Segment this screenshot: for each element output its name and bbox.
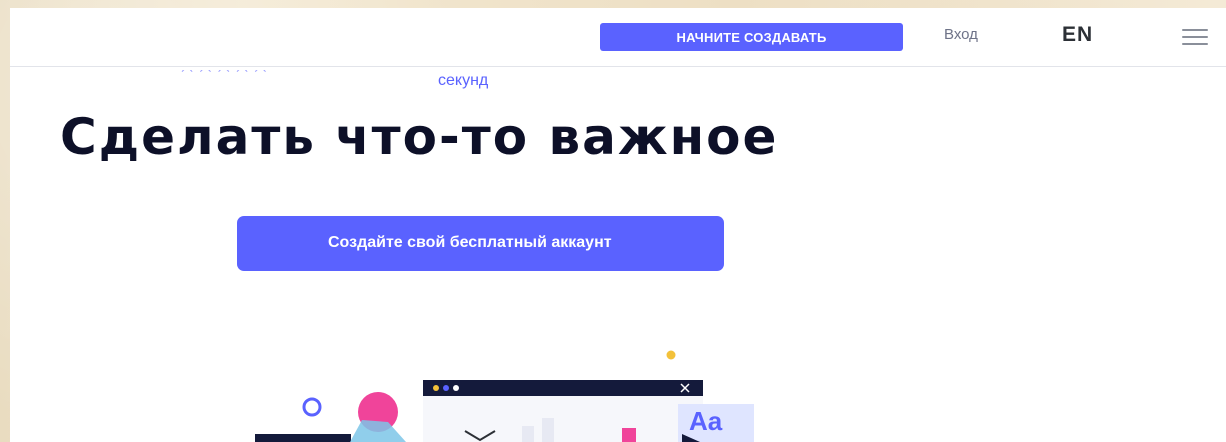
yellow-dot xyxy=(666,350,676,360)
bar-pink xyxy=(622,428,636,442)
page: НАЧНИТЕ СОЗДАВАТЬ Вход EN ˏ ˎ ˏ ˎ ˏ ˎ ˏ … xyxy=(10,8,1226,442)
ring-icon xyxy=(302,397,322,417)
tagline-fragment: секунд xyxy=(438,72,489,89)
login-link[interactable]: Вход xyxy=(944,26,978,43)
window-dot-blue xyxy=(443,385,449,391)
page-headline: Сделать что-то важное xyxy=(60,108,779,166)
bar-light-2 xyxy=(542,418,554,442)
browser-window-bar xyxy=(423,380,703,396)
hero-illustration: Aa xyxy=(255,350,754,442)
hamburger-menu-icon[interactable] xyxy=(1182,29,1208,45)
cut-off-tagline: ˏ ˎ ˏ ˎ ˏ ˎ ˏ ˎ ˏ ˎ xyxy=(180,56,268,73)
language-switcher[interactable]: EN xyxy=(1062,23,1093,47)
text-style-badge-label: Aa xyxy=(689,406,723,436)
start-creating-button[interactable]: НАЧНИТЕ СОЗДАВАТЬ xyxy=(600,23,903,51)
create-free-account-button[interactable]: Создайте свой бесплатный аккаунт xyxy=(237,216,724,271)
dark-block xyxy=(255,434,351,442)
bar-light-1 xyxy=(522,426,534,442)
window-dot-white xyxy=(453,385,459,391)
browser-window-body xyxy=(423,396,703,442)
blue-shape xyxy=(350,420,406,442)
window-dot-yellow xyxy=(433,385,439,391)
create-free-account-label: Создайте свой бесплатный аккаунт xyxy=(328,234,612,251)
